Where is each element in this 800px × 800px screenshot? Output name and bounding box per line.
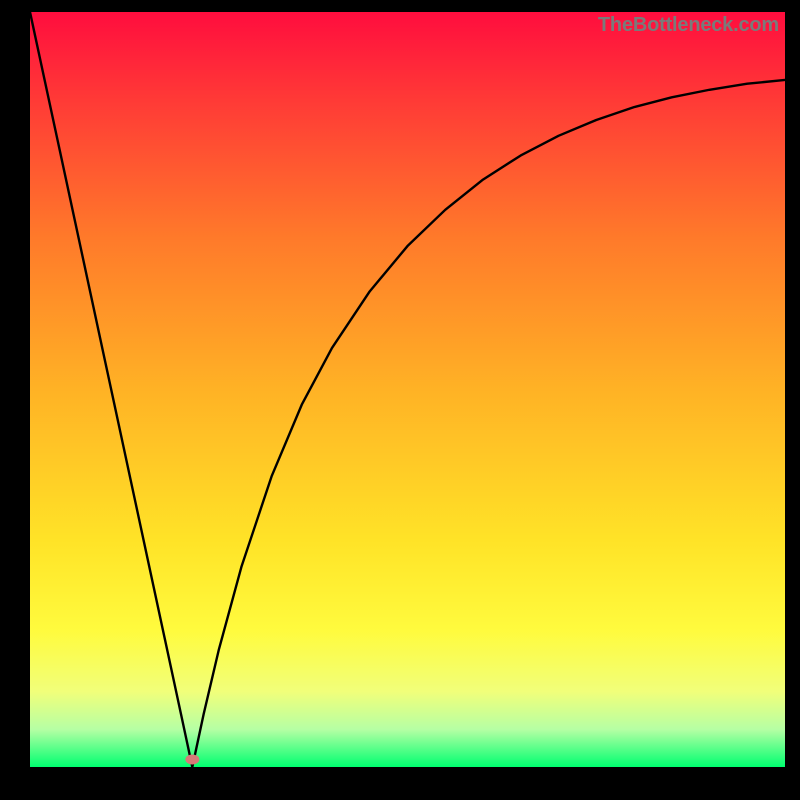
chart-plot-area: TheBottleneck.com bbox=[30, 12, 785, 767]
chart-frame: TheBottleneck.com bbox=[0, 0, 800, 800]
chart-svg bbox=[30, 12, 785, 767]
chart-marker bbox=[185, 754, 199, 764]
chart-background bbox=[30, 12, 785, 767]
watermark-label: TheBottleneck.com bbox=[598, 14, 779, 37]
